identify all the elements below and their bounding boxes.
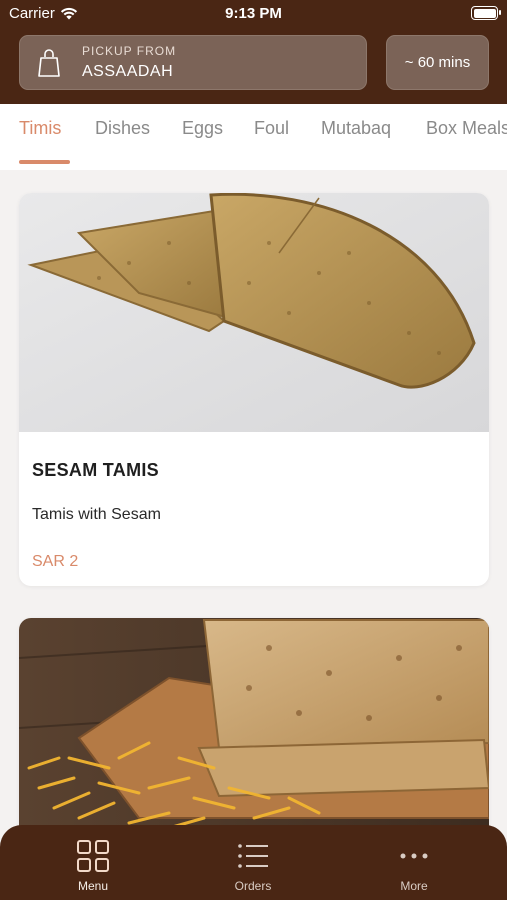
grid-icon bbox=[77, 840, 109, 872]
nav-menu-label: Menu bbox=[77, 879, 109, 893]
nav-menu[interactable]: Menu bbox=[43, 835, 143, 897]
nav-orders-label: Orders bbox=[234, 879, 272, 893]
product-image bbox=[19, 193, 489, 432]
nav-orders[interactable]: Orders bbox=[203, 835, 303, 897]
pickup-location-button[interactable]: PICKUP FROM ASSAADAH bbox=[19, 35, 367, 90]
nav-more-label: More bbox=[400, 879, 428, 893]
more-dots-icon bbox=[400, 853, 428, 859]
product-price: SAR 2 bbox=[32, 553, 79, 570]
top-header: Carrier 9:13 PM PICKUP FROM ASSAADAH ~ 6… bbox=[0, 0, 507, 104]
tab-eggs[interactable]: Eggs bbox=[182, 118, 223, 139]
pickup-label: PICKUP FROM bbox=[82, 44, 177, 58]
battery-icon bbox=[471, 6, 501, 20]
tab-box-meals[interactable]: Box Meals bbox=[426, 118, 507, 139]
tab-mutabaq[interactable]: Mutabaq bbox=[321, 118, 391, 139]
active-tab-indicator bbox=[19, 160, 70, 164]
shopping-bag-icon bbox=[38, 49, 60, 77]
product-card[interactable]: SESAM TAMIS Tamis with Sesam SAR 2 bbox=[19, 193, 489, 586]
nav-more[interactable]: More bbox=[364, 835, 464, 897]
pickup-location: ASSAADAH bbox=[82, 63, 174, 80]
tab-foul[interactable]: Foul bbox=[254, 118, 289, 139]
bottom-tab-bar: Menu Orders More bbox=[0, 825, 507, 900]
category-tabs: Timis Dishes Eggs Foul Mutabaq Box Meals bbox=[0, 104, 507, 170]
eta-button[interactable]: ~ 60 mins bbox=[386, 35, 489, 90]
product-title: SESAM TAMIS bbox=[32, 460, 159, 480]
status-bar: Carrier 9:13 PM bbox=[0, 0, 507, 28]
tab-dishes[interactable]: Dishes bbox=[95, 118, 150, 139]
tab-timis[interactable]: Timis bbox=[19, 118, 61, 139]
product-description: Tamis with Sesam bbox=[32, 506, 161, 523]
list-icon bbox=[238, 844, 268, 868]
status-time: 9:13 PM bbox=[225, 5, 282, 22]
